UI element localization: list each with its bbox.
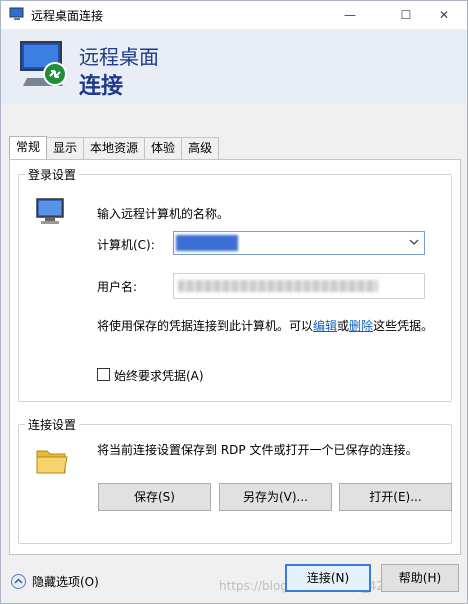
help-button[interactable]: 帮助(H) bbox=[381, 564, 459, 592]
connection-settings-group: 连接设置 将当前连接设置保存到 RDP 文件或打开一个已保存的连接。 保存(S)… bbox=[18, 416, 452, 544]
minimize-button[interactable]: — bbox=[327, 1, 373, 29]
computer-value-redacted bbox=[176, 235, 238, 251]
always-ask-credentials-checkbox[interactable] bbox=[97, 368, 110, 381]
general-tab-panel: 登录设置 输入远程计算机的名称。 计算机(C): 用户名: 将使用保存的凭据连接… bbox=[9, 159, 461, 555]
username-value-redacted bbox=[178, 280, 378, 292]
banner-title-line2: 连接 bbox=[79, 74, 124, 99]
tab-display[interactable]: 显示 bbox=[46, 137, 85, 159]
computer-label: 计算机(C): bbox=[97, 238, 155, 252]
open-button[interactable]: 打开(E)... bbox=[339, 483, 452, 511]
always-ask-credentials-label[interactable]: 始终要求凭据(A) bbox=[114, 367, 204, 384]
window-title: 远程桌面连接 bbox=[31, 9, 104, 23]
tab-local-resources[interactable]: 本地资源 bbox=[83, 137, 146, 159]
remote-desktop-window: 远程桌面连接 — ☐ ✕ 远程桌面 连接 常规 显示 本地资源 体验 高级 登录… bbox=[0, 0, 468, 604]
credentials-text-before: 将使用保存的凭据连接到此计算机。可以 bbox=[97, 319, 314, 333]
tab-advanced[interactable]: 高级 bbox=[181, 137, 220, 159]
credentials-or: 或 bbox=[337, 319, 350, 333]
header-banner: 远程桌面 连接 bbox=[1, 29, 467, 104]
save-button[interactable]: 保存(S) bbox=[98, 483, 211, 511]
tab-general[interactable]: 常规 bbox=[9, 136, 48, 160]
username-field bbox=[173, 273, 425, 299]
saved-credentials-text: 将使用保存的凭据连接到此计算机。可以编辑或删除这些凭据。 bbox=[97, 317, 433, 334]
tab-bar: 常规 显示 本地资源 体验 高级 bbox=[9, 136, 220, 160]
collapse-up-icon[interactable] bbox=[11, 574, 26, 589]
remote-desktop-monitor-icon bbox=[20, 41, 67, 86]
edit-credentials-link[interactable]: 编辑 bbox=[313, 319, 337, 333]
folder-icon bbox=[36, 450, 68, 474]
connection-settings-legend: 连接设置 bbox=[25, 416, 80, 433]
tab-experience[interactable]: 体验 bbox=[144, 137, 183, 159]
connect-button[interactable]: 连接(N) bbox=[285, 564, 371, 592]
credentials-text-after: 这些凭据。 bbox=[373, 319, 434, 333]
computer-icon bbox=[36, 198, 64, 224]
computer-name-prompt: 输入远程计算机的名称。 bbox=[97, 207, 230, 221]
title-bar: 远程桌面连接 — ☐ ✕ bbox=[1, 1, 467, 29]
hide-options-label[interactable]: 隐藏选项(O) bbox=[32, 573, 99, 590]
close-button[interactable]: ✕ bbox=[421, 1, 467, 29]
banner-title-line1: 远程桌面 bbox=[79, 45, 159, 69]
username-label: 用户名: bbox=[97, 280, 138, 294]
chevron-down-icon[interactable] bbox=[408, 236, 420, 248]
delete-credentials-link[interactable]: 删除 bbox=[349, 319, 373, 333]
login-settings-group: 登录设置 输入远程计算机的名称。 计算机(C): 用户名: 将使用保存的凭据连接… bbox=[18, 166, 452, 402]
remote-desktop-app-icon bbox=[9, 7, 24, 20]
connection-settings-description: 将当前连接设置保存到 RDP 文件或打开一个已保存的连接。 bbox=[97, 443, 418, 457]
login-settings-legend: 登录设置 bbox=[25, 166, 80, 183]
hide-options-toggle[interactable]: 隐藏选项(O) bbox=[11, 573, 99, 590]
computer-combobox[interactable] bbox=[173, 231, 425, 255]
save-as-button[interactable]: 另存为(V)... bbox=[219, 483, 332, 511]
